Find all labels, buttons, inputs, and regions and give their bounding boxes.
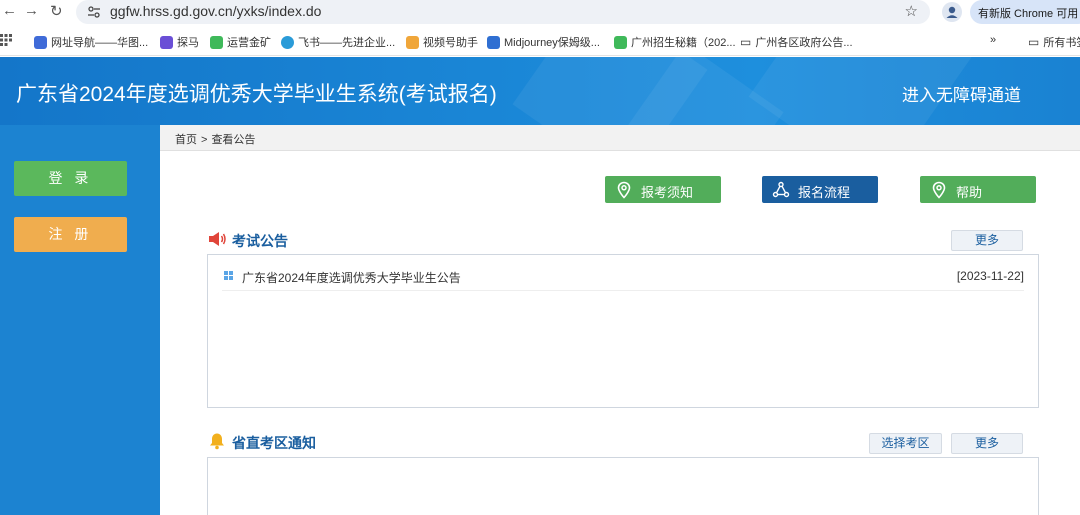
exam-guide-button[interactable]: 报考须知 (605, 176, 721, 203)
district-notice-title: 省直考区通知 (232, 435, 316, 451)
bookmark-favicon-icon (614, 35, 627, 49)
folder-icon: ▭ (1028, 35, 1040, 49)
breadcrumb-current: 查看公告 (211, 134, 256, 146)
sidebar: 登 录 注 册 (0, 125, 160, 515)
site-title: 广东省2024年度选调优秀大学毕业生系统(考试报名) (16, 83, 497, 106)
profile-icon[interactable] (942, 2, 962, 22)
folder-icon: ▭ (740, 35, 752, 49)
breadcrumb: 首页 > 查看公告 (160, 125, 1080, 151)
browser-toolbar: ← → ↻ ggfw.hrss.gd.gov.cn/yxks/index.do … (0, 0, 1080, 24)
forward-arrow-icon[interactable]: → (24, 2, 39, 19)
accessibility-link[interactable]: 进入无障碍通道 (902, 81, 1021, 106)
select-district-button[interactable]: 选择考区 (869, 433, 942, 454)
bookmark-favicon-icon (487, 35, 500, 49)
bookmark-star-icon[interactable]: ☆ (905, 2, 918, 20)
reload-icon[interactable]: ↻ (50, 2, 63, 20)
notice-date: [2023-11-22] (956, 269, 1024, 283)
grid-bullet-icon (224, 271, 233, 280)
site-header: 广东省2024年度选调优秀大学毕业生系统(考试报名) 进入无障碍通道 (0, 57, 1080, 125)
bookmark-item[interactable]: 视频号助手 (406, 34, 478, 50)
bookmark-item[interactable]: 探马 (160, 34, 199, 50)
bookmark-favicon-icon (406, 35, 419, 49)
exam-notice-title: 考试公告 (232, 233, 288, 249)
megaphone-icon (209, 232, 226, 246)
bookmark-favicon-icon (34, 35, 47, 49)
help-button[interactable]: 帮助 (920, 176, 1036, 203)
exam-notice-panel: 广东省2024年度选调优秀大学毕业生公告 [2023-11-22] (207, 254, 1039, 408)
breadcrumb-home[interactable]: 首页 (175, 134, 197, 146)
registration-process-label: 报名流程 (798, 185, 851, 200)
help-label: 帮助 (956, 185, 983, 200)
registration-process-button[interactable]: 报名流程 (762, 176, 878, 203)
bookmark-item[interactable]: 广州招生秘籍（202... (614, 34, 736, 50)
exam-guide-label: 报考须知 (641, 185, 694, 200)
back-arrow-icon[interactable]: ← (2, 2, 17, 19)
bookmark-item[interactable]: 飞书——先进企业... (281, 34, 395, 50)
process-network-icon (772, 181, 790, 198)
exam-notice-more-button[interactable]: 更多 (951, 230, 1023, 251)
bookmark-item[interactable]: 网址导航——华图... (34, 34, 148, 50)
bookmarks-bar: 网址导航——华图... 探马 运营金矿 飞书——先进企业... 视频号助手 Mi… (0, 28, 1080, 56)
chrome-update-button[interactable]: 有新版 Chrome 可用 (970, 0, 1080, 24)
all-bookmarks-folder[interactable]: ▭ 所有书签 (1028, 34, 1080, 50)
breadcrumb-separator: > (201, 134, 208, 146)
location-pin-icon (932, 181, 946, 199)
site-info-icon[interactable] (86, 4, 102, 20)
notice-title[interactable]: 广东省2024年度选调优秀大学毕业生公告 (242, 269, 461, 286)
register-button[interactable]: 注 册 (14, 217, 127, 252)
district-notice-more-button[interactable]: 更多 (951, 433, 1023, 454)
address-bar[interactable]: ggfw.hrss.gd.gov.cn/yxks/index.do ☆ (76, 0, 930, 24)
more-bookmarks-icon[interactable]: » (990, 34, 996, 46)
bookmark-item[interactable]: 运营金矿 (210, 34, 271, 50)
bookmark-favicon-icon (210, 35, 223, 49)
bookmark-favicon-icon (281, 35, 294, 49)
bookmark-item[interactable]: Midjourney保姆级... (487, 34, 600, 50)
bookmark-folder[interactable]: ▭ 广州各区政府公告... (740, 34, 853, 50)
district-notice-panel (207, 457, 1039, 515)
bookmark-favicon-icon (160, 35, 173, 49)
login-button[interactable]: 登 录 (14, 161, 127, 196)
url-text[interactable]: ggfw.hrss.gd.gov.cn/yxks/index.do (110, 3, 321, 19)
list-item[interactable]: 广东省2024年度选调优秀大学毕业生公告 [2023-11-22] (222, 267, 1024, 291)
location-pin-icon (617, 181, 631, 199)
apps-icon[interactable] (0, 34, 12, 46)
bell-icon (210, 433, 224, 450)
